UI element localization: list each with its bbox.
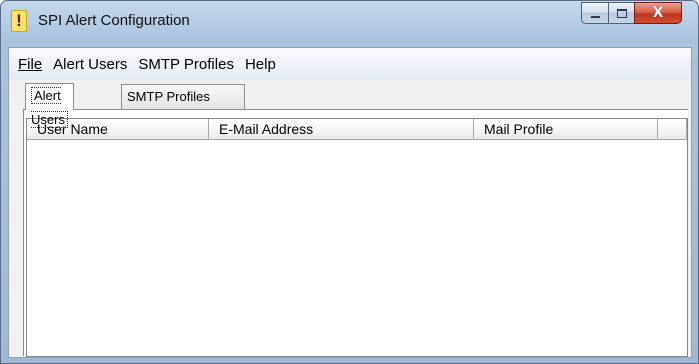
close-icon: X (652, 5, 664, 21)
menu-help[interactable]: Help (240, 56, 281, 73)
window-title: SPI Alert Configuration (38, 12, 190, 29)
tab-alert-users-label: Alert Users (31, 87, 68, 128)
alert-users-panel: User Name E-Mail Address Mail Profile (23, 109, 688, 357)
maximize-button[interactable] (608, 2, 635, 24)
maximize-icon (616, 8, 627, 18)
minimize-icon (590, 15, 600, 18)
tab-smtp-profiles-label: SMTP Profiles (127, 89, 210, 104)
alert-users-list[interactable]: User Name E-Mail Address Mail Profile (26, 118, 688, 357)
menu-file[interactable]: File (13, 56, 47, 73)
menu-help-label: Help (244, 55, 276, 73)
menu-smtp-profiles[interactable]: SMTP Profiles (133, 56, 239, 73)
minimize-button[interactable] (581, 2, 608, 24)
exclamation-icon[interactable]: ! (11, 10, 27, 32)
menu-file-label: File (18, 55, 43, 73)
column-header-email-address[interactable]: E-Mail Address (209, 119, 474, 140)
list-header: User Name E-Mail Address Mail Profile (27, 119, 687, 141)
title-bar[interactable]: ! SPI Alert Configuration X (1, 1, 698, 41)
close-button[interactable]: X (634, 2, 682, 24)
menu-alert-users-label: Alert Users (53, 55, 128, 73)
column-header-filler (658, 119, 687, 140)
list-body[interactable] (27, 141, 687, 356)
menu-bar: File Alert Users SMTP Profiles Help (9, 48, 691, 80)
column-header-mail-profile[interactable]: Mail Profile (474, 119, 658, 140)
client-area: File Alert Users SMTP Profiles Help Aler… (8, 47, 692, 358)
app-window: ! SPI Alert Configuration X File Alert U… (0, 0, 699, 364)
menu-alert-users[interactable]: Alert Users (48, 56, 132, 73)
tab-alert-users[interactable]: Alert Users (25, 83, 74, 128)
tab-smtp-profiles[interactable]: SMTP Profiles (121, 84, 245, 109)
menu-smtp-profiles-label: SMTP Profiles (138, 55, 234, 73)
